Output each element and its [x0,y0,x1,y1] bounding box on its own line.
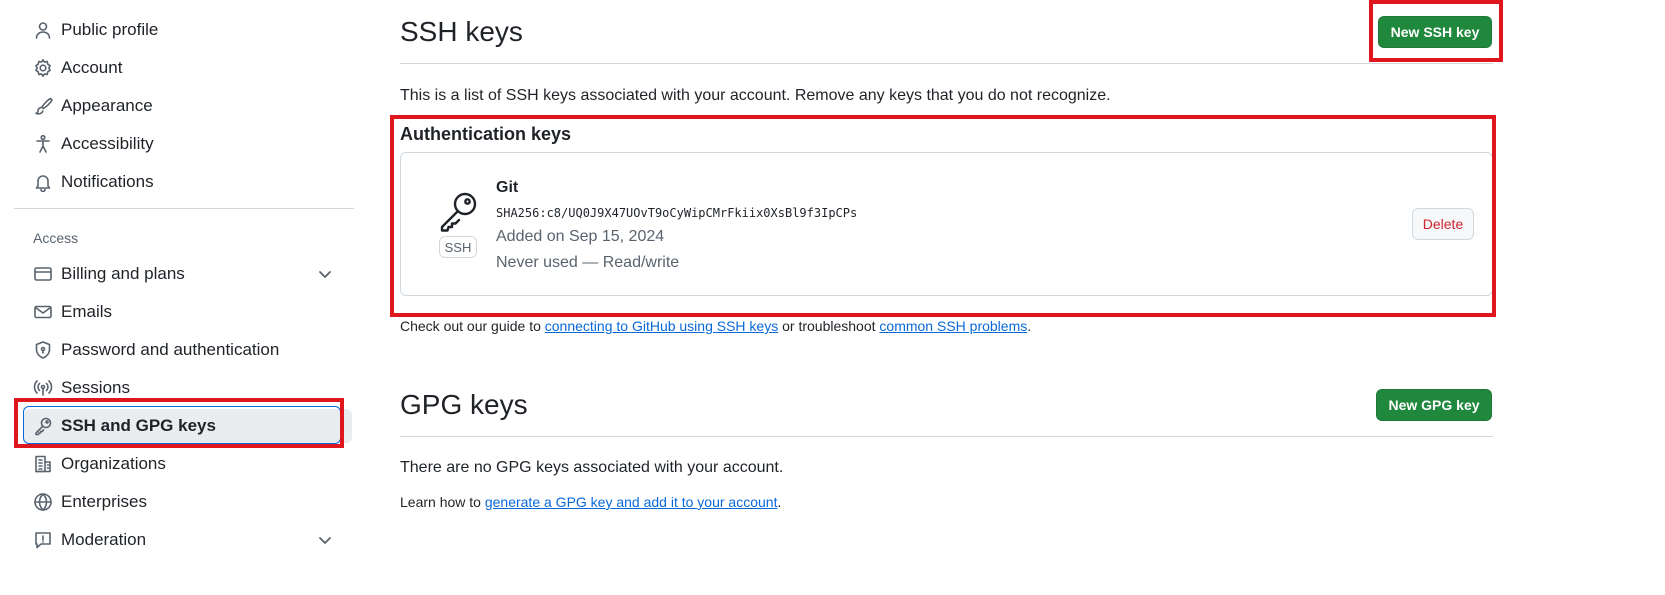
sidebar-item-organizations[interactable]: Organizations [14,447,354,481]
credit-card-icon [32,263,54,285]
ssh-connect-guide-link[interactable]: connecting to GitHub using SSH keys [545,318,778,334]
sidebar-item-public-profile[interactable]: Public profile [14,13,354,47]
sidebar-item-accessibility[interactable]: Accessibility [14,127,354,161]
sidebar-divider [14,208,354,209]
key-icon [32,415,54,437]
report-icon [32,529,54,551]
guide-middle: or troubleshoot [778,318,880,334]
sidebar-item-ssh-gpg-keys[interactable]: SSH and GPG keys [24,409,352,443]
gpg-keys-heading: GPG keys [400,389,528,420]
paintbrush-icon [32,95,54,117]
authentication-keys-heading: Authentication keys [400,124,572,144]
sidebar-item-appearance[interactable]: Appearance [14,89,354,123]
sidebar-item-label: Public profile [61,20,159,39]
sidebar-item-label: Accessibility [61,134,154,153]
chevron-down-icon[interactable] [316,531,334,549]
shield-lock-icon [32,339,54,361]
delete-ssh-key-button[interactable]: Delete [1412,208,1474,240]
sidebar-item-label: Billing and plans [61,264,185,283]
sidebar-item-notifications[interactable]: Notifications [14,165,354,199]
learn-prefix: Learn how to [400,494,485,510]
sidebar-item-label: Notifications [61,172,154,191]
ssh-guide-text: Check out our guide to connecting to Git… [400,318,1031,334]
accessibility-icon [32,133,54,155]
sidebar-item-label: Enterprises [61,492,147,511]
ssh-key-usage: Never used — Read/write [496,254,680,271]
gpg-generate-guide-link[interactable]: generate a GPG key and add it to your ac… [485,494,778,510]
ssh-key-title: Git [496,179,519,196]
sidebar-item-moderation[interactable]: Moderation [14,523,354,557]
ssh-key-type-label: SSH [439,236,477,258]
gpg-learn-text: Learn how to generate a GPG key and add … [400,494,781,510]
sidebar-item-label: Moderation [61,530,147,549]
sidebar-section-access: Access [33,230,79,246]
key-icon [437,189,481,233]
mail-icon [32,301,54,323]
ssh-keys-description: This is a list of SSH keys associated wi… [400,87,1111,104]
sidebar-item-label: SSH and GPG keys [61,416,216,435]
sidebar-item-label: Password and authentication [61,340,280,359]
ssh-key-list-item: SSH Git SHA256:c8/UQ0J9X47UOvT9oCyWipCMr… [400,152,1493,296]
ssh-heading-divider [400,63,1493,64]
gpg-heading-divider [400,436,1493,437]
ssh-troubleshoot-link[interactable]: common SSH problems [879,318,1027,334]
sidebar-item-label: Organizations [61,454,166,473]
sidebar-item-label: Emails [61,302,113,321]
sidebar-item-billing[interactable]: Billing and plans [14,257,354,291]
sidebar-item-account[interactable]: Account [14,51,354,85]
new-gpg-key-button[interactable]: New GPG key [1376,389,1492,421]
guide-prefix: Check out our guide to [400,318,545,334]
sidebar-item-label: Appearance [61,96,153,115]
sidebar-item-label: Account [61,58,123,77]
sidebar-item-password[interactable]: Password and authentication [14,333,354,367]
sidebar-item-sessions[interactable]: Sessions [14,371,354,405]
ssh-key-added-date: Added on Sep 15, 2024 [496,228,665,245]
gear-icon [32,57,54,79]
sidebar-item-enterprises[interactable]: Enterprises [14,485,354,519]
person-icon [32,19,54,41]
chevron-down-icon[interactable] [316,265,334,283]
broadcast-icon [32,377,54,399]
new-ssh-key-button[interactable]: New SSH key [1378,16,1492,48]
organization-icon [32,453,54,475]
ssh-keys-heading: SSH keys [400,16,523,47]
sidebar-item-emails[interactable]: Emails [14,295,354,329]
learn-suffix: . [777,494,782,510]
ssh-key-fingerprint: SHA256:c8/UQ0J9X47UOvT9oCyWipCMrFkiix0Xs… [496,206,858,220]
globe-icon [32,491,54,513]
bell-icon [32,171,54,193]
guide-suffix: . [1027,318,1032,334]
gpg-empty-text: There are no GPG keys associated with yo… [400,459,784,476]
sidebar-item-label: Sessions [61,378,130,397]
